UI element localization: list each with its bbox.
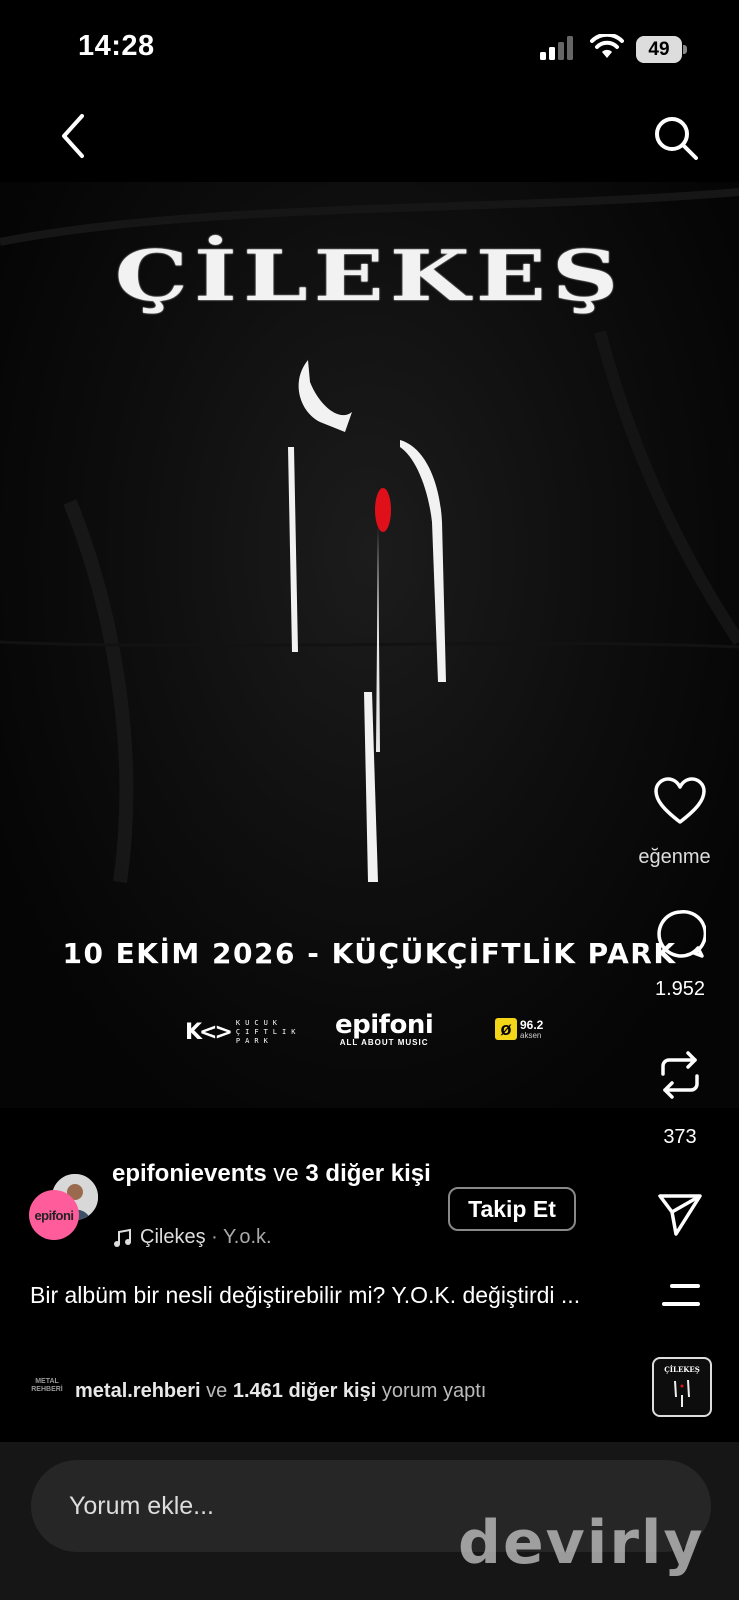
- watermark: devirly: [458, 1508, 705, 1578]
- radio-frequency: 96.2: [520, 1017, 544, 1032]
- author-avatar-text: epifoni: [34, 1207, 74, 1223]
- repost-icon[interactable]: [655, 1050, 705, 1100]
- music-separator: ·: [205, 1226, 223, 1248]
- back-arrow-icon[interactable]: [52, 108, 96, 164]
- music-artist: Çilekeş: [140, 1226, 206, 1248]
- kck-mark: K<>: [185, 1019, 233, 1045]
- post-caption[interactable]: Bir albüm bir nesli değiştirebilir mi? Y…: [30, 1276, 600, 1314]
- more-icon[interactable]: [660, 1282, 702, 1308]
- radio-name: aksen: [520, 1030, 542, 1040]
- music-line[interactable]: Çilekeş · Y.o.k.: [112, 1226, 272, 1249]
- music-title: Y.o.k.: [223, 1226, 272, 1248]
- signal-icon: [540, 36, 573, 60]
- post-image[interactable]: ÇİLEKEŞ 10 EKİM 2026 - KÜÇÜKÇİFTLİK PARK…: [0, 182, 739, 1108]
- music-note-icon: [114, 1228, 131, 1247]
- audio-thumb-figure: [674, 1379, 690, 1407]
- follow-button[interactable]: Takip Et: [448, 1187, 576, 1231]
- comment-count: 1.952: [654, 978, 706, 1000]
- epifoni-tagline: ALL ABOUT MUSIC: [339, 1038, 429, 1047]
- poster-date-venue: 10 EKİM 2026 - KÜÇÜKÇİFTLİK PARK: [62, 937, 677, 970]
- author-avatar[interactable]: epifoni: [29, 1190, 79, 1240]
- commenters-connector: ve: [200, 1379, 233, 1402]
- figure-illustration: [288, 360, 446, 882]
- search-icon[interactable]: [650, 112, 702, 164]
- commenters-suffix: yorum yaptı: [376, 1379, 487, 1402]
- comment-icon[interactable]: [654, 908, 706, 960]
- authors-connector: ve: [266, 1160, 306, 1187]
- commenter-first[interactable]: metal.rehberi: [75, 1380, 201, 1402]
- battery-level: 49: [636, 36, 682, 63]
- comment-input-placeholder: Yorum ekle...: [69, 1491, 214, 1520]
- like-label-text: Beğenme: [639, 846, 711, 868]
- authors-others[interactable]: 3 diğer kişi: [305, 1160, 430, 1187]
- commenter-avatar: METAL REHBERİ: [31, 1378, 63, 1393]
- sponsor-logos: K<> KUCUK ÇIFTLIK PARK epifoni ALL ABOUT…: [185, 1012, 565, 1052]
- author-name[interactable]: epifonievents: [112, 1160, 267, 1187]
- send-icon[interactable]: [656, 1192, 704, 1238]
- audio-thumbnail[interactable]: ÇİLEKEŞ: [652, 1357, 712, 1417]
- kck-text: KUCUK ÇIFTLIK PARK: [235, 1018, 301, 1045]
- kucukciftlik-logo: K<> KUCUK ÇIFTLIK PARK: [185, 1012, 306, 1052]
- epifoni-logo-text: epifoni: [335, 1010, 434, 1040]
- radio-logo-mark: ø: [495, 1018, 517, 1040]
- audio-thumb-title: ÇİLEKEŞ: [664, 1365, 700, 1374]
- radio-aksen-logo: ø 96.2 aksen: [495, 1018, 543, 1040]
- heart-icon[interactable]: [653, 776, 707, 826]
- commenters-summary[interactable]: METAL REHBERİ metal.rehberi ve 1.461 diğ…: [31, 1378, 591, 1404]
- battery-icon: 49: [636, 36, 688, 63]
- authors-line[interactable]: epifonievents ve 3 diğer kişi: [112, 1158, 432, 1189]
- poster-title: ÇİLEKEŞ: [114, 235, 625, 317]
- like-label: Beğenme: [639, 846, 739, 869]
- epifoni-logo: epifoni ALL ABOUT MUSIC: [335, 1010, 434, 1047]
- commenters-others[interactable]: 1.461 diğer kişi: [233, 1380, 376, 1402]
- wifi-icon: [590, 34, 624, 58]
- status-time: 14:28: [78, 30, 155, 62]
- repost-count: 373: [663, 1126, 697, 1148]
